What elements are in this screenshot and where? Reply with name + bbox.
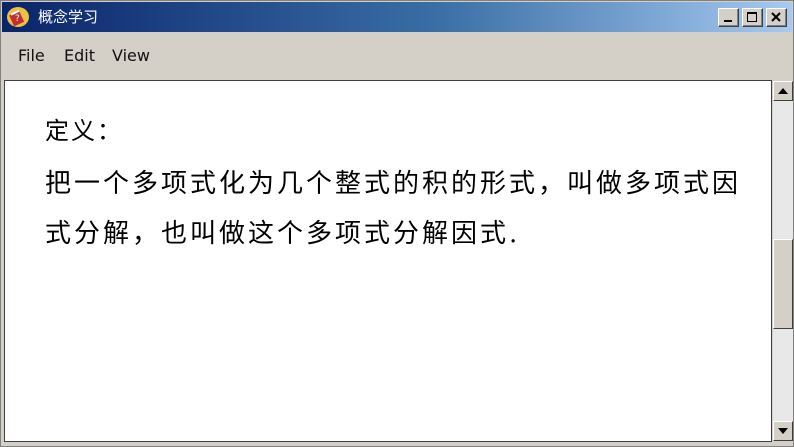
menu-file[interactable]: File bbox=[18, 46, 45, 65]
close-icon bbox=[771, 12, 781, 22]
scroll-down-button[interactable] bbox=[773, 421, 793, 441]
scroll-thumb[interactable] bbox=[773, 239, 793, 329]
triangle-up-icon bbox=[778, 88, 788, 94]
definition-heading: 定义： bbox=[45, 117, 123, 145]
scroll-up-button[interactable] bbox=[773, 81, 793, 101]
vertical-scrollbar[interactable] bbox=[773, 81, 793, 441]
window-title: 概念学习 bbox=[38, 8, 99, 26]
definition-text: 把一个多项式化为几个整式的积的形式，叫做多项式因式分解，也叫做这个多项式分解因式… bbox=[45, 169, 742, 249]
minimize-button[interactable] bbox=[718, 8, 739, 27]
app-window: ? 概念学习 File Edit View 定义： 把一个多项式化为几个整式的积… bbox=[0, 0, 794, 447]
menu-edit[interactable]: Edit bbox=[64, 46, 95, 65]
book-icon[interactable]: ? bbox=[6, 6, 30, 28]
document-area[interactable]: 定义： 把一个多项式化为几个整式的积的形式，叫做多项式因式分解，也叫做这个多项式… bbox=[4, 80, 772, 442]
triangle-down-icon bbox=[778, 428, 788, 434]
svg-text:?: ? bbox=[15, 14, 20, 24]
menu-view[interactable]: View bbox=[112, 46, 150, 65]
minimize-icon bbox=[724, 20, 732, 22]
title-bar[interactable]: ? 概念学习 bbox=[2, 2, 792, 32]
close-button[interactable] bbox=[766, 8, 787, 27]
maximize-icon bbox=[747, 12, 757, 22]
menu-bar: File Edit View bbox=[2, 33, 792, 79]
maximize-button[interactable] bbox=[742, 8, 763, 27]
